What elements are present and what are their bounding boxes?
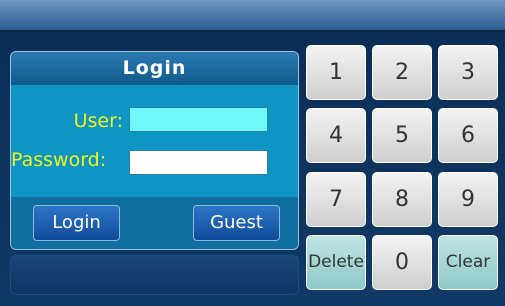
login-panel: Login User: Password: Login Guest <box>10 51 299 250</box>
delete-key[interactable]: Delete <box>306 235 366 290</box>
key-9[interactable]: 9 <box>438 172 498 227</box>
key-0[interactable]: 0 <box>372 235 432 290</box>
key-4[interactable]: 4 <box>306 108 366 163</box>
key-2[interactable]: 2 <box>372 45 432 100</box>
clear-key[interactable]: Clear <box>438 235 498 290</box>
guest-button[interactable]: Guest <box>193 205 280 241</box>
login-panel-title: Login <box>11 52 298 85</box>
user-input[interactable] <box>129 107 268 132</box>
login-panel-body <box>11 85 298 197</box>
key-8[interactable]: 8 <box>372 172 432 227</box>
key-6[interactable]: 6 <box>438 108 498 163</box>
user-label: User: <box>73 110 123 132</box>
password-label: Password: <box>11 149 107 171</box>
key-1[interactable]: 1 <box>306 45 366 100</box>
key-7[interactable]: 7 <box>306 172 366 227</box>
key-3[interactable]: 3 <box>438 45 498 100</box>
password-input[interactable] <box>129 150 268 175</box>
login-button[interactable]: Login <box>33 205 120 241</box>
status-bar <box>10 255 299 295</box>
key-5[interactable]: 5 <box>372 108 432 163</box>
top-bar <box>0 0 505 30</box>
